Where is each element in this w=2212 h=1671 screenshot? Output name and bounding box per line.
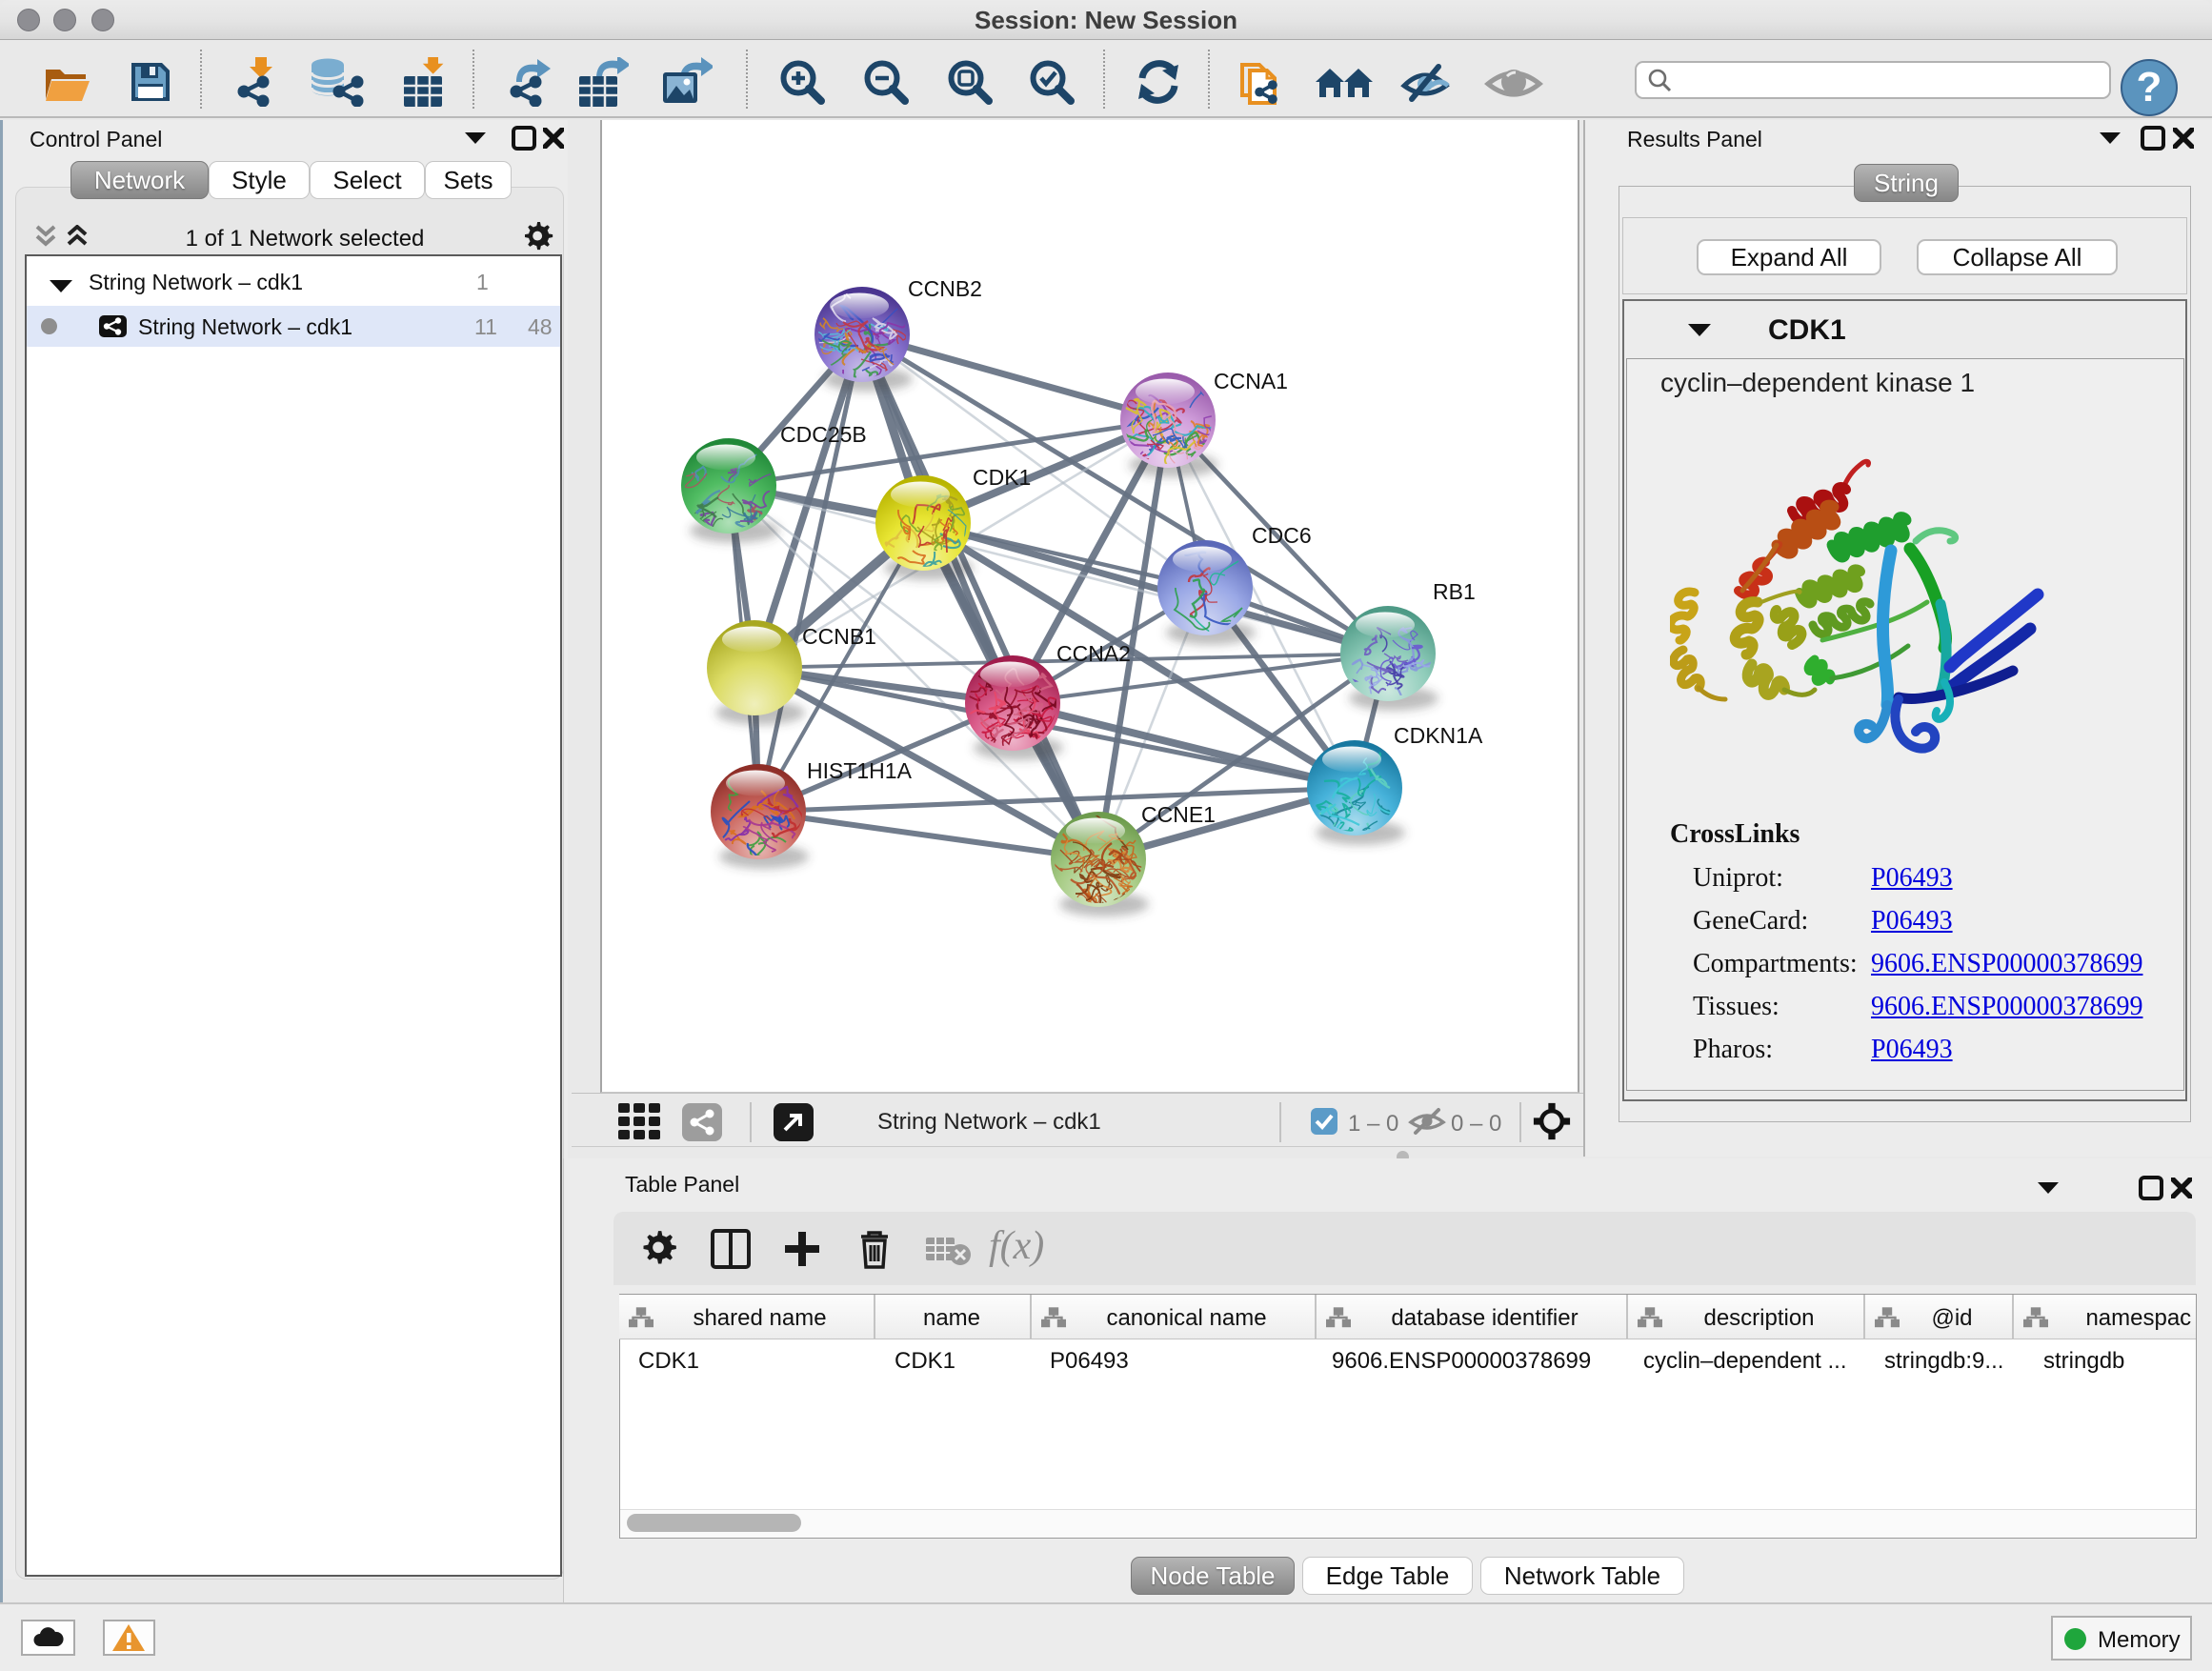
svg-text:CDC6: CDC6 [1252, 523, 1312, 548]
svg-text:CDKN1A: CDKN1A [1394, 723, 1483, 748]
svg-text:CDC25B: CDC25B [780, 422, 867, 447]
svg-text:HIST1H1A: HIST1H1A [807, 758, 913, 783]
svg-text:CCNE1: CCNE1 [1141, 802, 1216, 827]
svg-text:CCNA1: CCNA1 [1214, 369, 1288, 393]
svg-text:CCNB2: CCNB2 [908, 276, 982, 301]
svg-text:CCNB1: CCNB1 [802, 624, 876, 649]
svg-text:CCNA2: CCNA2 [1056, 641, 1131, 666]
svg-text:CDK1: CDK1 [973, 465, 1031, 490]
svg-text:RB1: RB1 [1433, 579, 1476, 604]
